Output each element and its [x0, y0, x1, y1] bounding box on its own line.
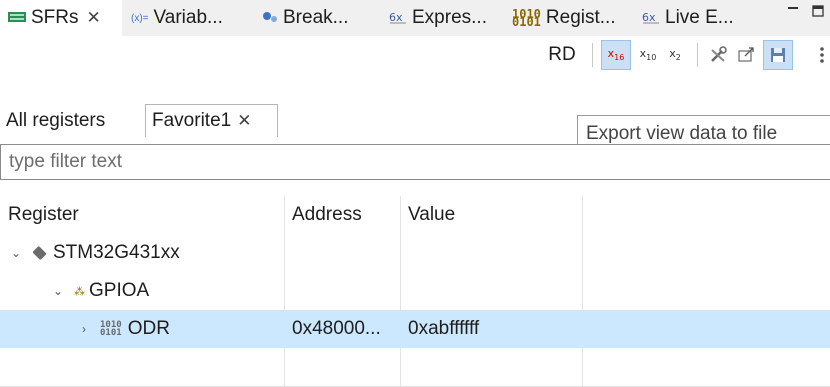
tab-live-expressions[interactable]: 6x Live E... — [642, 0, 734, 36]
save-view-data-icon[interactable] — [763, 40, 793, 70]
export-view-icon[interactable] — [733, 36, 759, 74]
table-row[interactable]: › 1010 0101 ODR 0x48000... 0xabffffff — [0, 310, 830, 348]
table-row[interactable]: ⌄ ⁂ GPIOA — [0, 272, 830, 310]
tab-variables-label: Variab... — [153, 7, 223, 28]
tab-favorite1-label: Favorite1 — [152, 110, 232, 131]
filter-input[interactable]: type filter text — [0, 144, 830, 180]
tab-favorite1[interactable]: Favorite1 ✕ — [145, 104, 278, 137]
tab-favorite1-close-icon[interactable]: ✕ — [237, 111, 251, 131]
decimal-format-button[interactable]: x10 — [635, 36, 661, 74]
maximize-icon[interactable] — [812, 4, 824, 20]
collapsed-chevron-icon[interactable]: › — [76, 322, 92, 336]
view-tab-bar: SFRs ✕ (x)= Variab... Break... 6x Expres… — [0, 0, 830, 36]
binary-format-button[interactable]: x2 — [663, 36, 687, 74]
expressions-icon: 6x — [389, 10, 407, 27]
expand-chevron-icon[interactable]: ⌄ — [50, 284, 66, 298]
register-name: ODR — [127, 318, 170, 339]
view-toolbar: RD x16 x10 x2 — [0, 36, 830, 74]
hex-format-button[interactable]: x16 — [601, 40, 631, 70]
column-header-value[interactable]: Value — [408, 196, 455, 234]
table-row-empty — [0, 348, 830, 387]
column-header-register[interactable]: Register — [8, 196, 79, 234]
decimal-format-label: x10 — [639, 47, 657, 63]
register-address: 0x48000... — [292, 318, 381, 339]
table-row[interactable]: ⌄ STM32G431xx — [0, 234, 830, 272]
tab-breakpoints[interactable]: Break... — [262, 0, 348, 36]
svg-text:6x: 6x — [642, 11, 656, 24]
register-name: STM32G431xx — [53, 242, 180, 263]
variables-icon: (x)= — [131, 12, 149, 24]
tab-sfrs-close-icon[interactable]: ✕ — [87, 8, 101, 28]
tab-variables[interactable]: (x)= Variab... — [131, 0, 223, 36]
register-name: GPIOA — [89, 280, 150, 301]
minimize-icon[interactable] — [787, 4, 799, 20]
tab-all-registers-label: All registers — [6, 110, 106, 131]
toolbar-separator-2 — [697, 43, 698, 67]
tab-all-registers[interactable]: All registers — [6, 104, 105, 138]
tab-live-expressions-label: Live E... — [665, 7, 734, 28]
sfr-icon — [8, 11, 26, 25]
live-expressions-icon: 6x — [642, 10, 660, 27]
expand-chevron-icon[interactable]: ⌄ — [8, 246, 24, 260]
peripheral-icon: ⁂ — [74, 285, 85, 298]
svg-text:6x: 6x — [389, 11, 403, 24]
configure-tools-icon[interactable] — [705, 36, 731, 74]
table-header: Register Address Value — [0, 196, 830, 234]
column-header-address[interactable]: Address — [292, 196, 362, 234]
rd-button[interactable]: RD — [540, 36, 584, 74]
tab-expressions-label: Expres... — [412, 7, 487, 28]
tab-registers[interactable]: 1010 0101 Regist... — [512, 0, 616, 36]
breakpoints-icon — [262, 11, 278, 26]
register-icon: 1010 0101 — [100, 320, 122, 338]
tab-sfrs-label: SFRs — [31, 7, 79, 28]
toolbar-separator — [592, 43, 593, 67]
registers-icon: 1010 0101 — [512, 7, 541, 29]
tab-breakpoints-label: Break... — [283, 7, 349, 28]
tab-sfrs[interactable]: SFRs ✕ — [0, 0, 122, 36]
binary-format-label: x2 — [669, 47, 681, 63]
view-menu-icon[interactable] — [815, 36, 829, 74]
tab-registers-label: Regist... — [545, 7, 616, 28]
register-table: Register Address Value ⌄ STM32G431xx ⌄ ⁂… — [0, 196, 830, 387]
hex-format-label: x16 — [607, 47, 625, 63]
chip-icon — [32, 245, 47, 261]
tab-expressions[interactable]: 6x Expres... — [389, 0, 487, 36]
register-value[interactable]: 0xabffffff — [408, 310, 479, 348]
